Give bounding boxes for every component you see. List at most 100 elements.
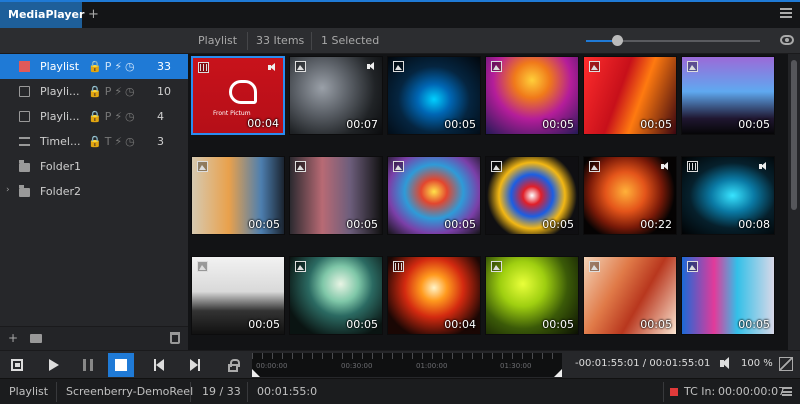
selected-count: 1 Selected bbox=[321, 34, 380, 47]
tree-item-count: 3 bbox=[157, 135, 164, 148]
audio-icon bbox=[759, 162, 768, 171]
playlist-name: Playlist bbox=[198, 34, 238, 47]
media-thumbnail[interactable]: 00:05 bbox=[289, 156, 383, 235]
tree-item-label: Playli... bbox=[40, 110, 80, 123]
aspect-fit-icon[interactable] bbox=[779, 357, 793, 371]
tree-item-flags[interactable]: 🔒T⚡◷ bbox=[88, 135, 138, 148]
tree-item[interactable]: › Folder2 bbox=[0, 179, 188, 204]
media-thumbnail[interactable]: 00:08 bbox=[681, 156, 775, 235]
tree-item-flags[interactable]: 🔒P⚡◷ bbox=[88, 110, 138, 123]
tab-mediaplayer[interactable]: MediaPlayer bbox=[0, 2, 84, 28]
skip-forward-icon bbox=[190, 359, 200, 371]
speaker-icon[interactable] bbox=[720, 357, 729, 369]
add-tab-button[interactable]: + bbox=[88, 7, 99, 22]
tree-item-count: 33 bbox=[157, 60, 171, 73]
media-thumbnail[interactable]: 00:05 bbox=[681, 56, 775, 135]
tree-item-count: 4 bbox=[157, 110, 164, 123]
media-thumbnail[interactable]: 00:05 bbox=[387, 156, 481, 235]
hamburger-menu-icon[interactable] bbox=[780, 8, 792, 18]
timeline-scrubber[interactable]: 00:00:00 00:30:00 01:00:00 01:30:00 bbox=[252, 353, 562, 377]
duration-label: 00:07 bbox=[346, 118, 378, 131]
tree-item-label: Playli... bbox=[40, 85, 80, 98]
media-thumbnail[interactable]: 00:22 bbox=[583, 156, 677, 235]
media-thumbnail[interactable]: 00:05 bbox=[191, 256, 285, 335]
divider bbox=[247, 32, 248, 50]
audio-icon bbox=[268, 63, 277, 72]
volume-level[interactable]: 100 % bbox=[741, 358, 773, 369]
image-type-icon bbox=[491, 161, 502, 172]
pause-button[interactable] bbox=[75, 353, 101, 377]
divider bbox=[247, 382, 248, 402]
tree-item[interactable]: Playli... 🔒P⚡◷ 10 bbox=[0, 79, 188, 104]
play-with-stop-button[interactable] bbox=[4, 353, 30, 377]
media-thumbnail[interactable]: 00:05 bbox=[681, 256, 775, 335]
duration-label: 00:05 bbox=[444, 118, 476, 131]
divider bbox=[311, 32, 312, 50]
lock-icon bbox=[228, 359, 240, 372]
image-type-icon bbox=[393, 161, 404, 172]
tree-item[interactable]: Playli... 🔒P⚡◷ 4 bbox=[0, 104, 188, 129]
media-thumbnail[interactable]: Front Pictum 00:04 bbox=[191, 56, 285, 135]
media-thumbnail[interactable]: 00:05 bbox=[387, 56, 481, 135]
thumbnail-size-slider[interactable] bbox=[586, 35, 760, 46]
duration-label: 00:05 bbox=[640, 318, 672, 331]
media-grid: Front Pictum 00:04 00:07 00:05 00:05 00:05 00:… bbox=[188, 54, 788, 350]
video-type-icon bbox=[198, 62, 209, 73]
duration-label: 00:22 bbox=[640, 218, 672, 231]
timeline-tick-label: 00:00:00 bbox=[256, 362, 288, 370]
scrollbar-thumb[interactable] bbox=[791, 60, 797, 210]
playlist-icon bbox=[19, 86, 30, 97]
duration-label: 00:05 bbox=[248, 318, 280, 331]
slider-knob[interactable] bbox=[612, 35, 624, 46]
timeline-tick-label: 01:30:00 bbox=[500, 362, 532, 370]
tree-item[interactable]: Playlist 🔒P⚡◷ 33 bbox=[0, 54, 188, 79]
tree-item-flags[interactable]: 🔒P⚡◷ bbox=[88, 85, 138, 98]
play-stop-icon bbox=[11, 359, 23, 371]
stop-button[interactable] bbox=[108, 353, 134, 377]
play-icon bbox=[49, 359, 59, 371]
tree-item-flags[interactable]: 🔒P⚡◷ bbox=[88, 60, 138, 73]
tree-item-label: Playlist bbox=[40, 60, 80, 73]
image-type-icon bbox=[197, 261, 208, 272]
media-thumbnail[interactable]: 00:05 bbox=[191, 156, 285, 235]
media-thumbnail[interactable]: 00:05 bbox=[485, 156, 579, 235]
image-type-icon bbox=[491, 61, 502, 72]
tc-in-label: TC In: bbox=[684, 385, 716, 398]
duration-label: 00:05 bbox=[542, 318, 574, 331]
media-thumbnail[interactable]: 00:05 bbox=[583, 256, 677, 335]
tree-header bbox=[0, 28, 188, 54]
previous-button[interactable] bbox=[146, 353, 172, 377]
add-item-button[interactable]: + bbox=[8, 331, 18, 345]
stop-square-icon bbox=[19, 61, 30, 72]
expand-arrow-icon[interactable]: › bbox=[6, 185, 10, 195]
divider bbox=[663, 382, 664, 402]
duration-label: 00:05 bbox=[542, 118, 574, 131]
play-button[interactable] bbox=[40, 353, 66, 377]
tree-list: Playlist 🔒P⚡◷ 33 Playli... 🔒P⚡◷ 10 Playli... 🔒P… bbox=[0, 54, 188, 204]
duration-label: 00:05 bbox=[346, 218, 378, 231]
video-type-icon bbox=[393, 261, 404, 272]
duration-label: 00:05 bbox=[346, 318, 378, 331]
next-button[interactable] bbox=[182, 353, 208, 377]
grid-scrollbar[interactable] bbox=[788, 54, 800, 350]
media-thumbnail[interactable]: 00:04 bbox=[387, 256, 481, 335]
add-folder-icon[interactable] bbox=[30, 334, 42, 343]
tree-item-label: Timel... bbox=[40, 135, 81, 148]
status-menu-icon[interactable] bbox=[782, 387, 792, 396]
media-thumbnail[interactable]: 00:05 bbox=[583, 56, 677, 135]
image-type-icon bbox=[687, 261, 698, 272]
in-point-marker[interactable] bbox=[252, 369, 260, 377]
media-thumbnail[interactable]: 00:05 bbox=[289, 256, 383, 335]
media-thumbnail[interactable]: 00:07 bbox=[289, 56, 383, 135]
eye-icon[interactable] bbox=[780, 35, 794, 45]
tree-item[interactable]: Timel... 🔒T⚡◷ 3 bbox=[0, 129, 188, 154]
tree-item[interactable]: Folder1 bbox=[0, 154, 188, 179]
duration-label: 00:05 bbox=[640, 118, 672, 131]
trash-icon[interactable] bbox=[170, 332, 180, 344]
media-thumbnail[interactable]: 00:05 bbox=[485, 56, 579, 135]
out-point-marker[interactable] bbox=[554, 369, 562, 377]
duration-label: 00:08 bbox=[738, 218, 770, 231]
media-thumbnail[interactable]: 00:05 bbox=[485, 256, 579, 335]
tree-item-label: Folder1 bbox=[40, 160, 81, 173]
lock-button[interactable] bbox=[220, 353, 246, 377]
